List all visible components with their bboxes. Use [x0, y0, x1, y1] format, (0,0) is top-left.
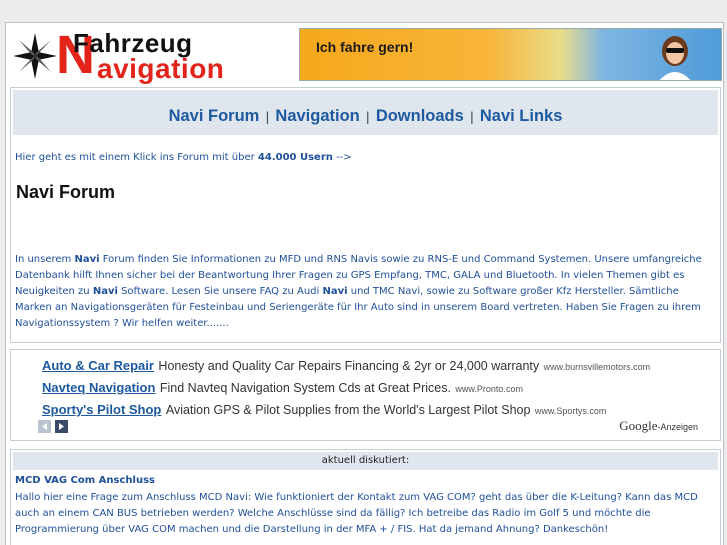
- nav-link-downloads[interactable]: Downloads: [376, 107, 464, 125]
- desc-keyword: Navi: [322, 286, 348, 297]
- nav-separator: |: [469, 110, 474, 124]
- intro-user-count: 44.000 Usern: [257, 152, 333, 163]
- ad-text: Find Navteq Navigation System Cds at Gre…: [159, 381, 451, 395]
- sponsored-ads-box: Auto & Car Repair Honesty and Quality Ca…: [10, 349, 721, 441]
- ad-url[interactable]: www.Pronto.com: [455, 384, 523, 394]
- next-arrow-icon[interactable]: [55, 420, 68, 433]
- ad-url[interactable]: www.burnsvillemotors.com: [544, 362, 651, 372]
- ad-text: Honesty and Quality Car Repairs Financin…: [158, 359, 540, 373]
- forum-description: In unserem Navi Forum finden Sie Informa…: [15, 252, 715, 332]
- ad-title-link[interactable]: Navteq Navigation: [42, 380, 155, 395]
- prev-arrow-icon[interactable]: [38, 420, 51, 433]
- woman-driver-illustration: [659, 36, 691, 80]
- discussion-header: aktuell diskutiert:: [13, 452, 718, 470]
- site-logo[interactable]: N Fahrzeug avigation: [11, 27, 271, 84]
- main-content-box: Navi Forum | Navigation | Downloads | Navi Lin…: [10, 87, 721, 343]
- page-container: N Fahrzeug avigation Ich fahre gern! Nav…: [5, 22, 724, 545]
- intro-suffix: -->: [332, 152, 352, 163]
- logo-line2: avigation: [97, 53, 225, 84]
- desc-text: In unserem: [15, 254, 75, 265]
- nav-link-navigation[interactable]: Navigation: [275, 107, 359, 125]
- ad-banner[interactable]: Ich fahre gern!: [299, 28, 722, 81]
- ad-text: Aviation GPS & Pilot Supplies from the W…: [165, 403, 531, 417]
- banner-text: Ich fahre gern!: [316, 39, 414, 55]
- nav-separator: |: [265, 110, 270, 124]
- intro-prefix: Hier geht es mit einem Klick ins Forum m…: [15, 152, 258, 163]
- nav-link-navi-forum[interactable]: Navi Forum: [169, 107, 260, 125]
- compass-rose-icon: [13, 33, 57, 79]
- ad-item[interactable]: Navteq Navigation Find Navteq Navigation…: [42, 379, 523, 397]
- desc-keyword: Navi: [92, 286, 118, 297]
- top-nav-bar: Navi Forum | Navigation | Downloads | Navi Lin…: [13, 90, 718, 135]
- forum-intro-link[interactable]: Hier geht es mit einem Klick ins Forum m…: [15, 152, 352, 163]
- nav-link-navi-links[interactable]: Navi Links: [480, 107, 563, 125]
- discussion-box: aktuell diskutiert: MCD VAG Com Anschlus…: [10, 449, 721, 545]
- discussion-title-link[interactable]: MCD VAG Com Anschluss: [15, 475, 155, 486]
- ads-suffix: -Anzeigen: [657, 422, 698, 432]
- ad-item[interactable]: Sporty's Pilot Shop Aviation GPS & Pilot…: [42, 401, 606, 419]
- ad-item[interactable]: Auto & Car Repair Honesty and Quality Ca…: [42, 357, 650, 375]
- section-title: Navi Forum: [16, 182, 116, 202]
- ad-url[interactable]: www.Sportys.com: [535, 406, 607, 416]
- desc-keyword: Navi: [74, 254, 100, 265]
- google-ads-label[interactable]: Google-Anzeigen: [619, 418, 698, 434]
- discussion-body: Hallo hier eine Frage zum Anschluss MCD …: [15, 492, 698, 535]
- ad-title-link[interactable]: Sporty's Pilot Shop: [42, 402, 161, 417]
- nav-separator: |: [365, 110, 370, 124]
- desc-text: Software. Lesen Sie unsere FAQ zu Audi: [117, 286, 323, 297]
- ad-title-link[interactable]: Auto & Car Repair: [42, 358, 154, 373]
- google-brand: Google: [619, 418, 658, 433]
